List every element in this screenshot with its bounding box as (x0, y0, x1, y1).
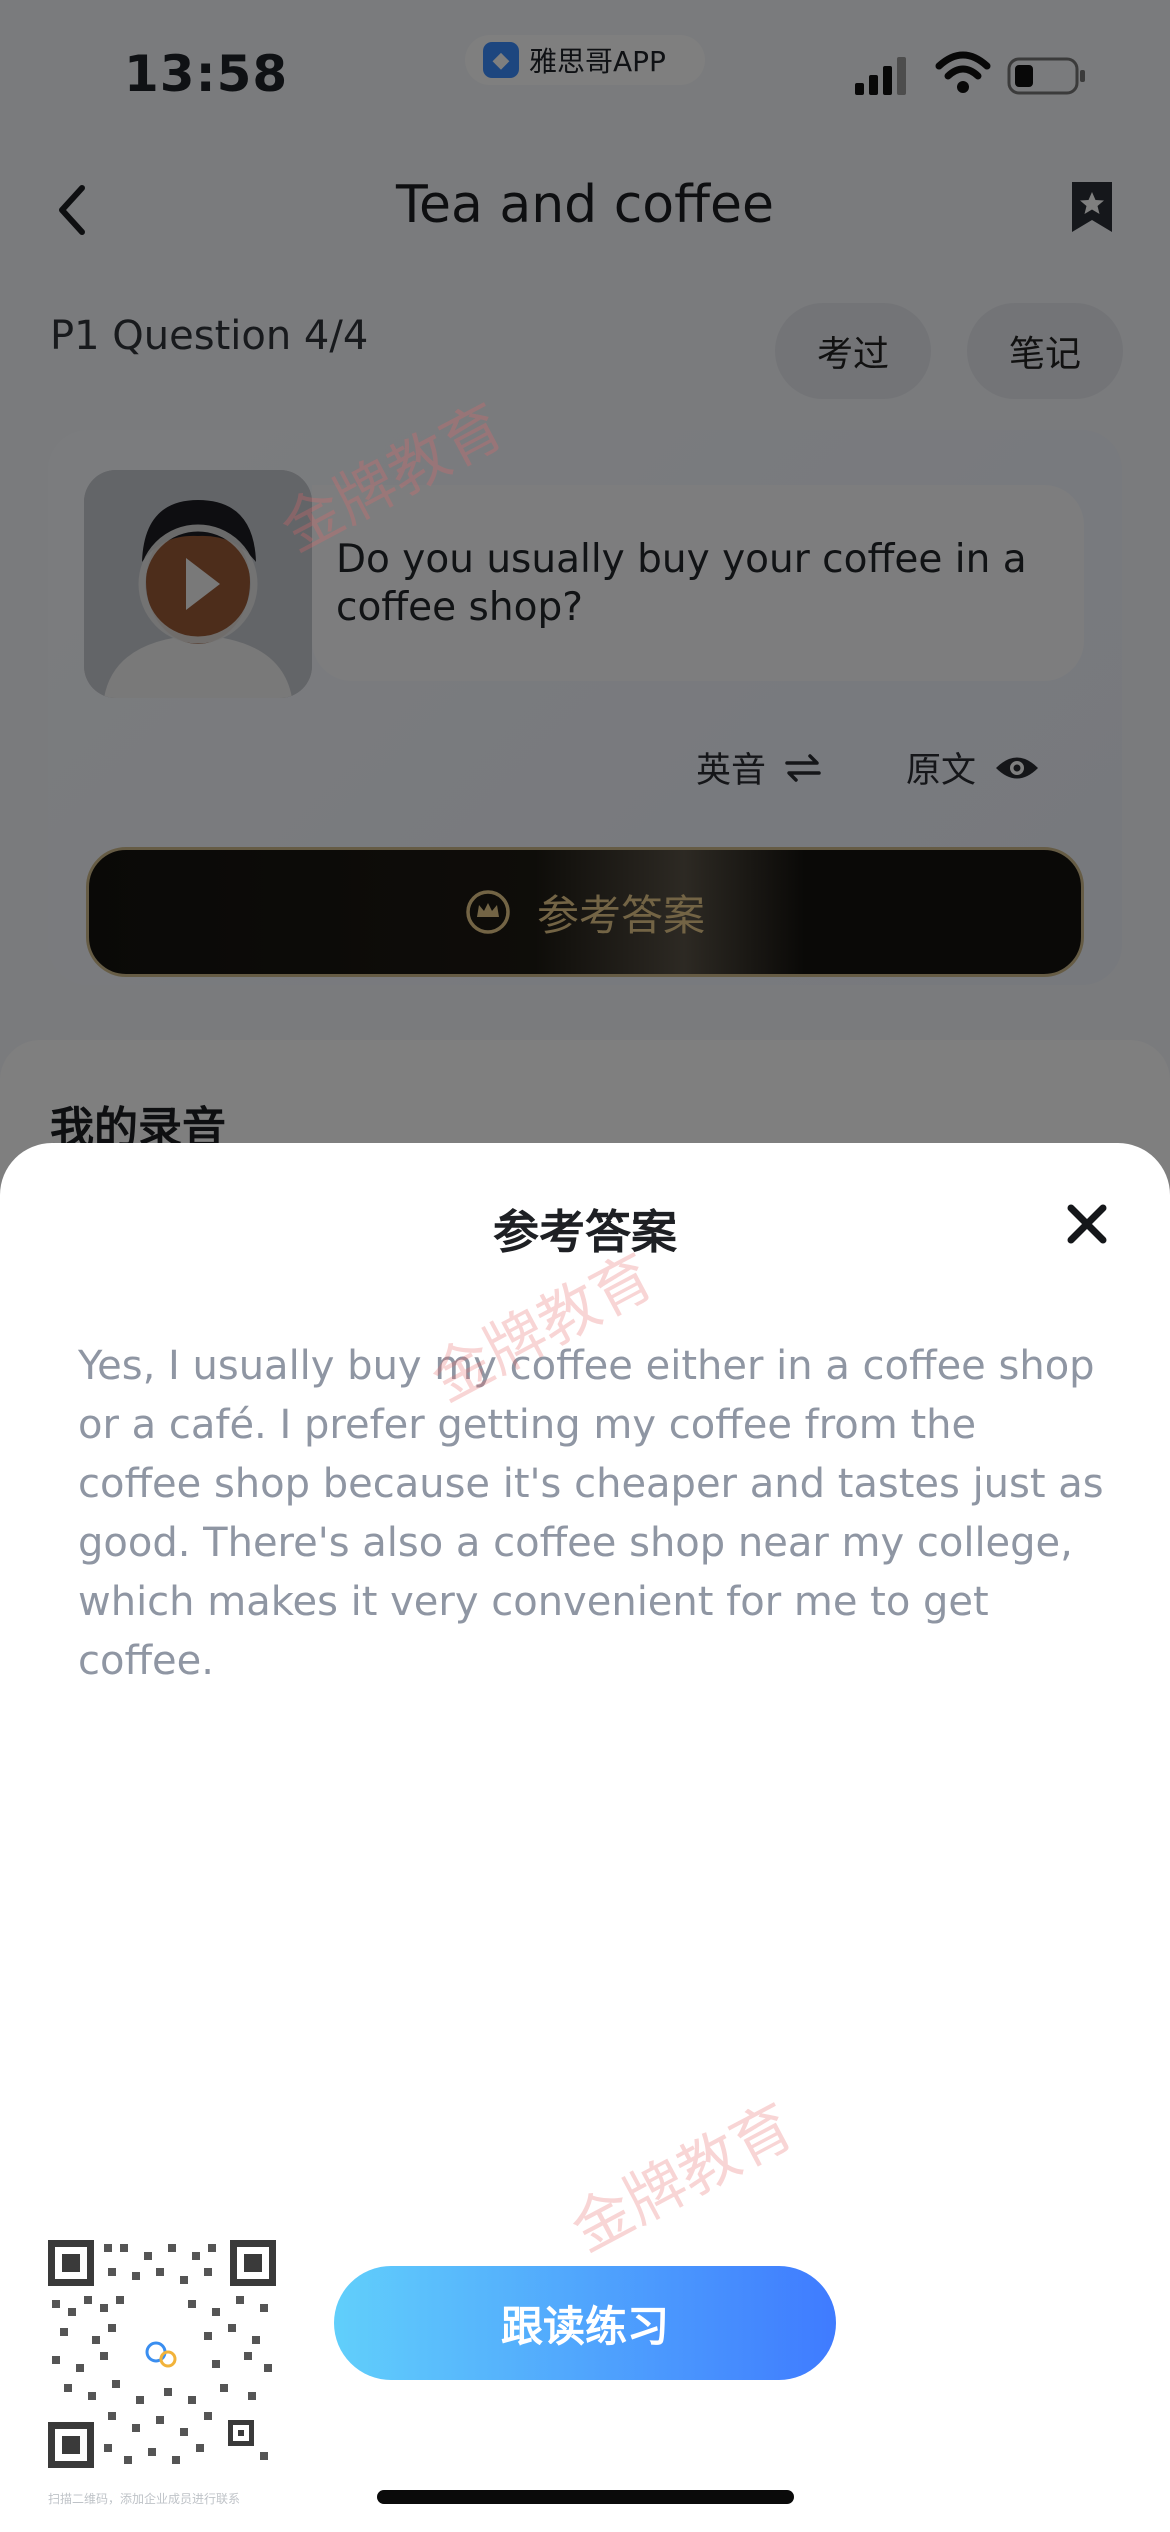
reference-answer-text: Yes, I usually buy my coffee either in a… (78, 1343, 1104, 1684)
shadow-practice-button[interactable]: 跟读练习 (334, 2266, 836, 2380)
home-indicator[interactable] (377, 2490, 794, 2504)
qr-caption: 扫描二维码，添加企业成员进行联系 (48, 2492, 241, 2506)
close-icon[interactable] (1063, 1200, 1111, 1248)
qr-code-image (48, 2240, 276, 2468)
